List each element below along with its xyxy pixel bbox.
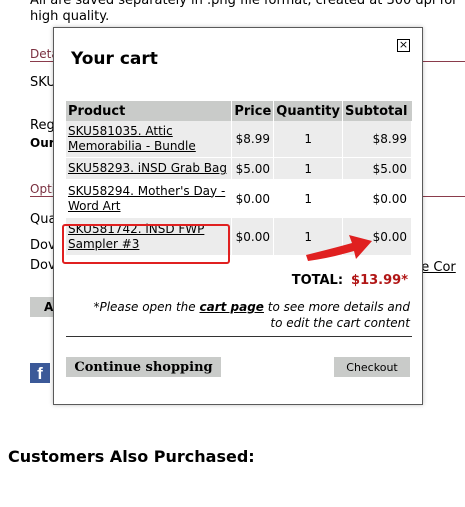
total-value: $13.99*	[351, 273, 408, 288]
cart-table: Product Price Quantity Subtotal SKU58103…	[66, 101, 413, 256]
facebook-icon[interactable]: f	[30, 363, 50, 383]
total-label: TOTAL:	[291, 273, 344, 288]
intro-text: All are saved separately in .png file fo…	[30, 0, 458, 24]
cart-page-link[interactable]: cart page	[199, 300, 263, 314]
regular-price-label: Reg	[30, 118, 55, 133]
quantity-cell: 1	[273, 121, 343, 158]
subtotal-cell: $8.99	[342, 121, 413, 158]
cart-modal: Your cart × Product Price Quantity Subto…	[53, 27, 423, 405]
close-icon[interactable]: ×	[397, 39, 410, 52]
note-suffix: to see more details and to edit the cart…	[263, 300, 410, 330]
our-price-label: Our	[30, 136, 55, 150]
column-header-subtotal: Subtotal	[342, 101, 412, 121]
checkout-button[interactable]: Checkout	[334, 357, 410, 377]
table-row: SKU581742. iNSD FWP Sampler #3 $0.00 1 $…	[66, 217, 413, 256]
also-purchased-heading: Customers Also Purchased:	[8, 447, 255, 466]
subtotal-cell: $0.00	[342, 217, 413, 256]
price-cell: $0.00	[231, 179, 275, 218]
column-header-product: Product	[66, 101, 233, 121]
product-link[interactable]: SKU581742. iNSD FWP Sampler #3	[68, 222, 204, 251]
quantity-cell: 1	[273, 217, 343, 256]
subtotal-cell: $5.00	[342, 157, 413, 180]
total-row: TOTAL: $13.99*	[292, 273, 408, 288]
cart-note: *Please open the cart page to see more d…	[80, 299, 410, 331]
column-header-quantity: Quantity	[273, 101, 343, 121]
table-row: SKU58294. Mother's Day - Word Art $0.00 …	[66, 179, 413, 218]
quantity-cell: 1	[273, 179, 343, 218]
download-label: Dov	[30, 238, 56, 253]
price-cell: $5.00	[231, 157, 275, 180]
modal-title: Your cart	[71, 49, 158, 69]
product-link[interactable]: SKU58294. Mother's Day - Word Art	[68, 184, 225, 213]
product-link[interactable]: SKU58293. iNSD Grab Bag	[68, 161, 227, 175]
price-cell: $0.00	[231, 217, 275, 256]
quantity-cell: 1	[273, 157, 343, 180]
download-label-2: Dov	[30, 258, 56, 273]
options-heading: Opti	[30, 182, 56, 196]
table-row: SKU581035. Attic Memorabilia - Bundle $8…	[66, 121, 413, 158]
table-row: SKU58293. iNSD Grab Bag $5.00 1 $5.00	[66, 157, 413, 180]
table-header-row: Product Price Quantity Subtotal	[66, 101, 412, 121]
divider	[66, 336, 412, 337]
note-prefix: *Please open the	[93, 300, 200, 314]
product-link[interactable]: SKU581035. Attic Memorabilia - Bundle	[68, 124, 196, 153]
subtotal-cell: $0.00	[342, 179, 413, 218]
continue-shopping-button[interactable]: Continue shopping	[66, 357, 221, 377]
price-cell: $8.99	[231, 121, 275, 158]
column-header-price: Price	[231, 101, 275, 121]
